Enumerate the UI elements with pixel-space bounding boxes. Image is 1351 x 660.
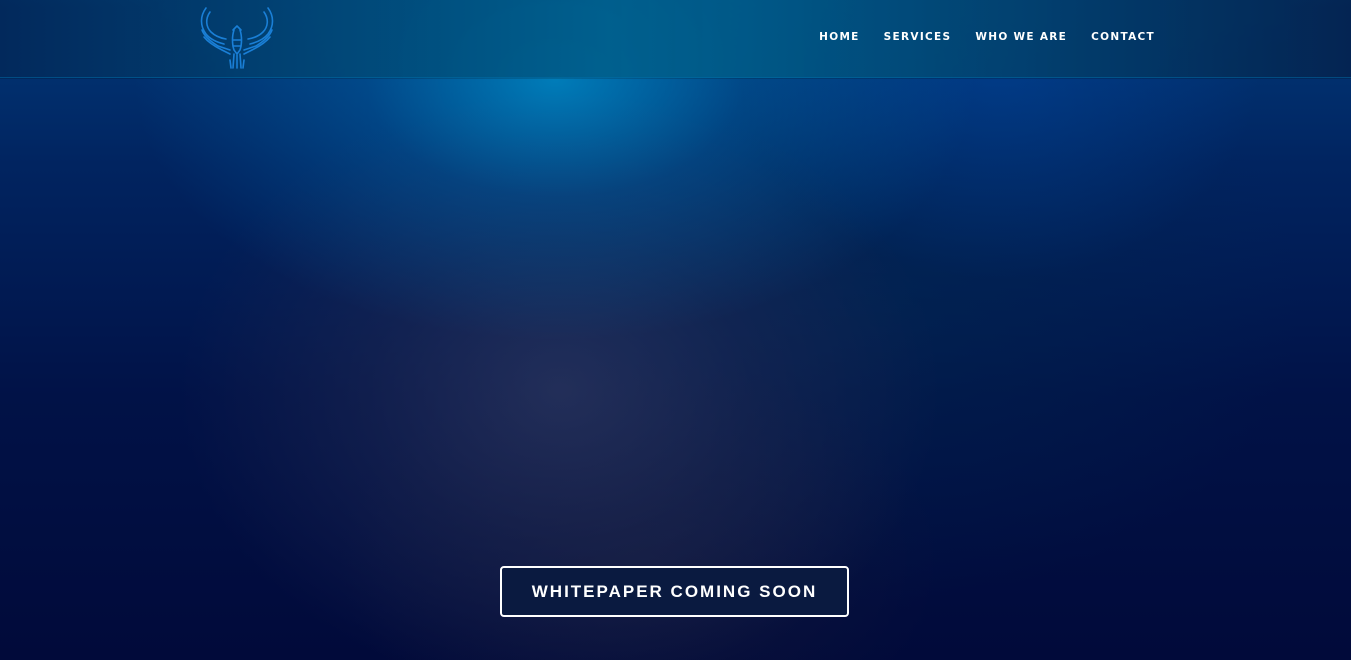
eagle-logo-icon: [200, 7, 274, 69]
site-header: HOME SERVICES WHO WE ARE CONTACT: [0, 0, 1351, 78]
main-nav: HOME SERVICES WHO WE ARE CONTACT: [819, 30, 1155, 44]
nav-item-who-we-are: WHO WE ARE: [975, 30, 1067, 44]
nav-item-services: SERVICES: [884, 30, 952, 44]
nav-link-contact[interactable]: CONTACT: [1091, 30, 1155, 44]
logo-link[interactable]: [196, 4, 278, 70]
hero-background: [0, 0, 1351, 660]
nav-link-who-we-are[interactable]: WHO WE ARE: [975, 30, 1067, 44]
whitepaper-button[interactable]: WHITEPAPER COMING SOON: [500, 566, 849, 617]
nav-link-home[interactable]: HOME: [819, 30, 860, 44]
nav-link-services[interactable]: SERVICES: [884, 30, 952, 44]
nav-item-home: HOME: [819, 30, 860, 44]
nav-item-contact: CONTACT: [1091, 30, 1155, 44]
